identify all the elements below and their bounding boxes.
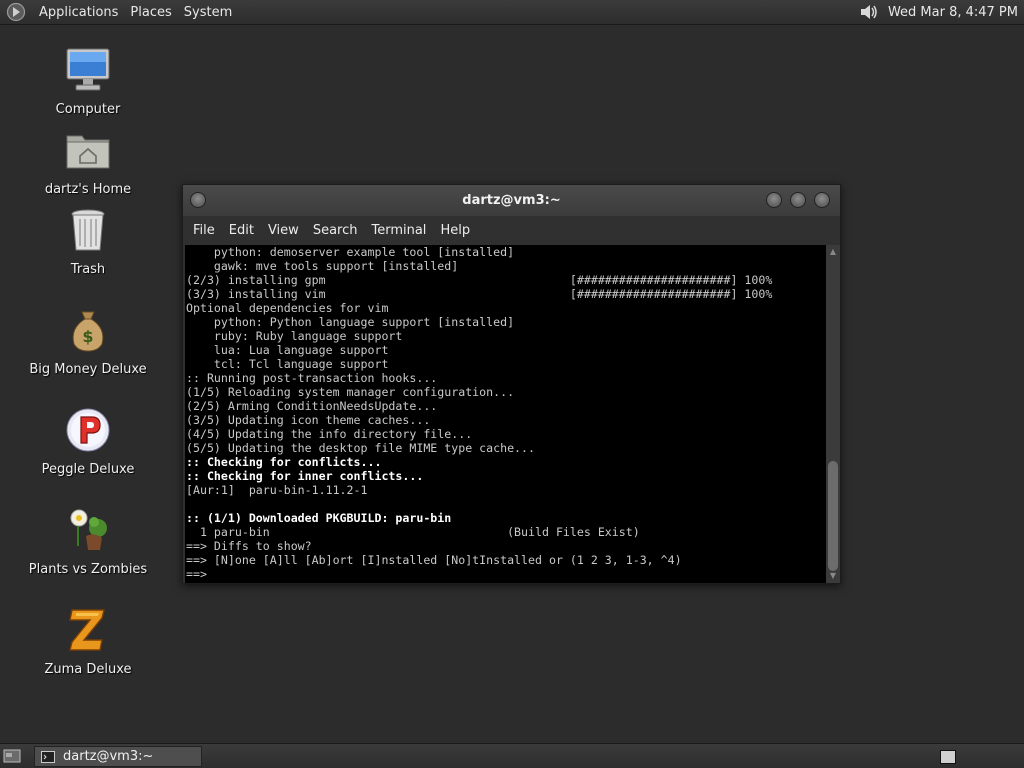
terminal-scrollbar[interactable]: ▲ ▼ [826,245,840,583]
terminal-output[interactable]: python: demoserver example tool [install… [185,245,840,583]
terminal-line: (1/5) Reloading system manager configura… [186,385,515,399]
clock[interactable]: Wed Mar 8, 4:47 PM [888,5,1024,20]
mate-logo-icon[interactable] [6,2,26,22]
volume-icon[interactable] [858,2,880,22]
desktop-icon-trash[interactable]: Trash [18,206,158,277]
terminal-line: (2/5) Arming ConditionNeedsUpdate... [186,399,438,413]
top-panel: Applications Places System Wed Mar 8, 4:… [0,0,1024,25]
bottom-panel: dartz@vm3:~ [0,743,1024,768]
computer-icon [66,48,110,91]
desktop-icon-home[interactable]: dartz's Home [18,126,158,197]
terminal-line: :: Checking for inner conflicts... [186,469,424,483]
menu-help[interactable]: Help [434,223,476,238]
terminal-text[interactable]: python: demoserver example tool [install… [186,245,826,583]
window-menu-button[interactable] [190,192,206,208]
terminal-line: ruby: Ruby language support [186,329,403,343]
peggle-icon [66,408,110,452]
taskbar-item-terminal[interactable]: dartz@vm3:~ [34,746,202,767]
terminal-line: python: Python language support [install… [186,315,515,329]
desktop-icon-label: Peggle Deluxe [41,462,135,477]
applications-menu[interactable]: Applications [33,0,124,25]
terminal-line: [Aur:1] paru-bin-1.11.2-1 [186,483,368,497]
terminal-line: ==> [186,567,207,581]
close-button[interactable] [814,192,830,208]
desktop-icon-plants-vs-zombies[interactable]: Plants vs Zombies [18,506,158,577]
menu-view[interactable]: View [262,223,305,238]
window-titlebar[interactable]: dartz@vm3:~ [183,185,840,216]
taskbar-item-label: dartz@vm3:~ [63,749,154,764]
menu-edit[interactable]: Edit [223,223,260,238]
places-menu[interactable]: Places [124,0,177,25]
terminal-line: ==> [N]one [A]ll [Ab]ort [I]nstalled [No… [186,553,682,567]
system-menu[interactable]: System [178,0,238,25]
panel-tray: Wed Mar 8, 4:47 PM [858,0,1024,25]
desktop-icon-zuma[interactable]: Zuma Deluxe [18,606,158,677]
desktop-icon-label: dartz's Home [44,182,132,197]
money-bag-icon: $ [72,311,104,352]
terminal-line: tcl: Tcl language support [186,357,389,371]
terminal-line: :: Running post-transaction hooks... [186,371,438,385]
terminal-line: (5/5) Updating the desktop file MIME typ… [186,441,536,455]
desktop-icon-big-money[interactable]: $ Big Money Deluxe [18,306,158,377]
terminal-line: :: (1/1) Downloaded PKGBUILD: paru-bin [186,511,452,525]
maximize-button[interactable] [790,192,806,208]
plants-vs-zombies-icon [70,509,107,550]
show-desktop-icon[interactable] [3,749,21,763]
workspace-switcher[interactable] [940,750,956,764]
menu-search[interactable]: Search [307,223,364,238]
home-folder-icon [66,135,110,169]
terminal-line: lua: Lua language support [186,343,389,357]
desktop-icon-label: Plants vs Zombies [28,562,148,577]
desktop-icon-label: Computer [55,102,121,117]
zuma-icon [69,609,105,651]
trash-icon [71,209,105,251]
terminal-line: Optional dependencies for vim [186,301,389,315]
svg-text:$: $ [82,327,93,346]
terminal-line: ==> Diffs to show? [186,539,312,553]
terminal-line: python: demoserver example tool [install… [186,245,515,259]
desktop-icon-peggle[interactable]: Peggle Deluxe [18,406,158,477]
terminal-icon [41,750,55,763]
terminal-line: 1 paru-bin (Build Files Exist) [186,525,640,539]
scroll-down-arrow-icon[interactable]: ▼ [828,571,838,581]
terminal-line: (3/3) installing vim [##################… [186,287,773,301]
menu-file[interactable]: File [187,223,221,238]
terminal-line: (4/5) Updating the info directory file..… [186,427,473,441]
desktop-icon-label: Big Money Deluxe [29,362,147,377]
desktop-icon-label: Trash [70,262,106,277]
terminal-menubar: File Edit View Search Terminal Help [183,216,840,244]
menu-terminal[interactable]: Terminal [365,223,432,238]
desktop-icon-computer[interactable]: Computer [18,46,158,117]
terminal-line: (2/3) installing gpm [##################… [186,273,773,287]
terminal-line: :: Checking for conflicts... [186,455,382,469]
scrollbar-thumb[interactable] [828,461,838,571]
window-title: dartz@vm3:~ [462,193,561,208]
minimize-button[interactable] [766,192,782,208]
scroll-up-arrow-icon[interactable]: ▲ [828,247,838,257]
desktop-icon-label: Zuma Deluxe [44,662,132,677]
terminal-window[interactable]: dartz@vm3:~ File Edit View Search Termin… [182,184,841,584]
terminal-line: gawk: mve tools support [installed] [186,259,459,273]
terminal-line: (3/5) Updating icon theme caches... [186,413,431,427]
